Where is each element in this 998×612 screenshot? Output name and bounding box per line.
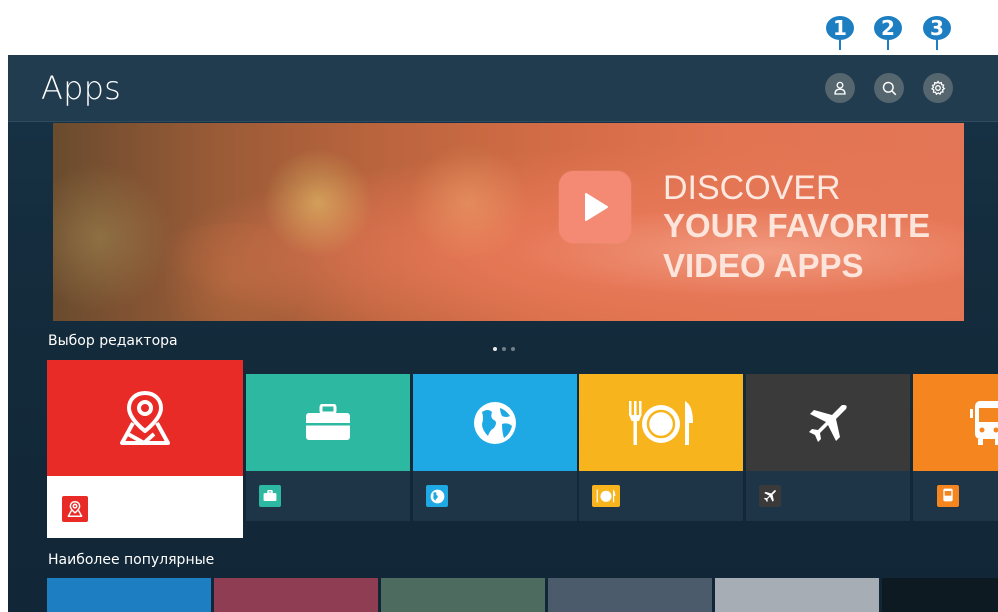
promo-banner[interactable]: DISCOVER YOUR FAVORITE VIDEO APPS (53, 123, 964, 321)
popular-app-thumb-5[interactable] (715, 578, 879, 612)
callout-3: 3 (922, 16, 952, 50)
callout-2-number: 2 (874, 16, 902, 40)
callout-1-number: 1 (826, 16, 854, 40)
account-button[interactable] (825, 73, 855, 103)
carousel-dots[interactable] (493, 347, 515, 351)
popular-app-thumb-4[interactable] (548, 578, 712, 612)
person-icon (834, 81, 846, 95)
briefcase-icon (306, 403, 350, 440)
airplane-mini-icon (759, 485, 781, 507)
callout-1: 1 (825, 16, 855, 50)
search-button[interactable] (874, 73, 904, 103)
settings-button[interactable] (923, 73, 953, 103)
play-icon (559, 171, 631, 243)
globe-mini-icon (426, 485, 448, 507)
briefcase-mini-icon (259, 485, 281, 507)
carousel-dot-2[interactable] (502, 347, 506, 351)
dining-icon (629, 400, 693, 445)
banner-line-3: VIDEO APPS (663, 247, 864, 284)
airplane-icon (809, 404, 847, 442)
popular-app-thumb-2[interactable] (214, 578, 378, 612)
app-tile-business[interactable] (246, 374, 410, 521)
editors-choice-label: Выбор редактора (48, 333, 178, 349)
globe-icon (474, 401, 516, 444)
map-pin-mini-icon (62, 496, 88, 522)
bus-icon (970, 400, 998, 445)
search-icon (882, 81, 896, 95)
app-tile-travel[interactable] (746, 374, 910, 521)
page-title: Apps (41, 69, 121, 107)
bus-mini-icon (937, 485, 959, 507)
carousel-dot-1[interactable] (493, 347, 497, 351)
map-pin-icon (120, 391, 170, 445)
carousel-dot-3[interactable] (511, 347, 515, 351)
popular-app-thumb-3[interactable] (381, 578, 545, 612)
banner-line-1: DISCOVER (663, 169, 841, 207)
app-tile-map[interactable] (47, 360, 243, 538)
gear-icon (930, 80, 946, 96)
tv-screen: Apps DISCOVER YOUR FAVORITE VIDEO APPS В… (8, 55, 998, 612)
popular-app-thumb-1[interactable] (47, 578, 211, 612)
callout-3-number: 3 (923, 16, 951, 40)
dining-mini-icon (592, 485, 620, 507)
popular-app-thumb-6[interactable] (882, 578, 998, 612)
header: Apps (8, 55, 998, 122)
banner-line-2: YOUR FAVORITE (663, 207, 931, 244)
most-popular-label: Наиболее популярные (48, 552, 215, 568)
app-tile-food[interactable] (579, 374, 743, 521)
callout-2: 2 (873, 16, 903, 50)
app-tile-transport[interactable] (913, 374, 998, 521)
app-tile-world[interactable] (413, 374, 577, 521)
